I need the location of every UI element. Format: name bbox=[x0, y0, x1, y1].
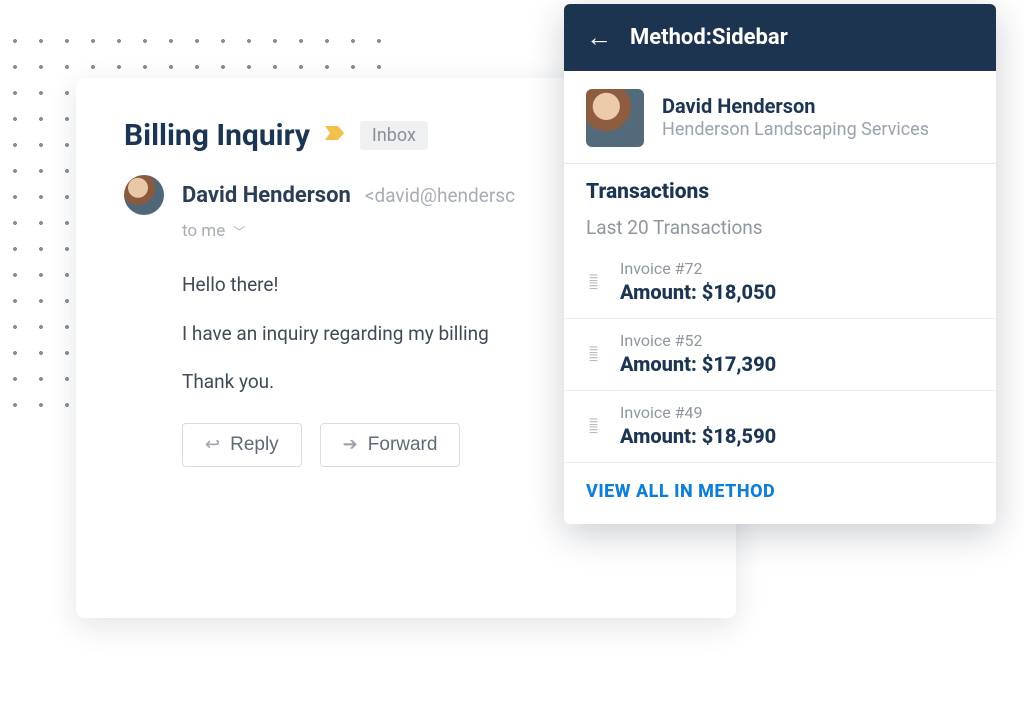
transaction-row[interactable]: ≡≡ Invoice #52 Amount: $17,390 bbox=[564, 319, 996, 391]
contact-row[interactable]: David Henderson Henderson Landscaping Se… bbox=[564, 71, 996, 164]
forward-label: Forward bbox=[368, 434, 438, 456]
contact-avatar bbox=[586, 89, 644, 147]
transaction-label: Invoice #72 bbox=[620, 259, 974, 278]
recipient-text: to me bbox=[182, 221, 225, 241]
forward-icon: ➔ bbox=[343, 434, 358, 455]
method-sidebar-panel: ← Method:Sidebar David Henderson Henders… bbox=[564, 4, 996, 524]
transaction-info: Invoice #52 Amount: $17,390 bbox=[620, 331, 974, 376]
reply-icon: ↩ bbox=[205, 434, 220, 455]
sender-name: David Henderson bbox=[182, 183, 351, 208]
chevron-down-icon: ﹀ bbox=[233, 223, 245, 240]
transactions-title: Transactions bbox=[564, 164, 996, 210]
transaction-amount: Amount: $18,590 bbox=[620, 424, 974, 448]
reply-button[interactable]: ↩ Reply bbox=[182, 423, 302, 467]
transaction-info: Invoice #72 Amount: $18,050 bbox=[620, 259, 974, 304]
contact-name: David Henderson bbox=[662, 94, 929, 118]
contact-info: David Henderson Henderson Landscaping Se… bbox=[662, 94, 929, 141]
transactions-subtitle: Last 20 Transactions bbox=[564, 210, 996, 247]
panel-header: ← Method:Sidebar bbox=[564, 4, 996, 71]
label-arrow-icon bbox=[324, 123, 346, 148]
drag-handle-icon[interactable]: ≡≡ bbox=[586, 418, 602, 434]
transaction-row[interactable]: ≡≡ Invoice #49 Amount: $18,590 bbox=[564, 391, 996, 463]
sender-info: David Henderson <david@hendersc bbox=[182, 183, 515, 208]
panel-title: Method:Sidebar bbox=[630, 25, 788, 50]
sender-avatar bbox=[124, 175, 164, 215]
transaction-amount: Amount: $17,390 bbox=[620, 352, 974, 376]
back-arrow-icon[interactable]: ← bbox=[586, 22, 612, 53]
contact-company: Henderson Landscaping Services bbox=[662, 118, 929, 141]
reply-label: Reply bbox=[230, 434, 279, 456]
transaction-row[interactable]: ≡≡ Invoice #72 Amount: $18,050 bbox=[564, 247, 996, 319]
transaction-label: Invoice #49 bbox=[620, 403, 974, 422]
view-all-link[interactable]: VIEW ALL IN METHOD bbox=[564, 463, 996, 524]
drag-handle-icon[interactable]: ≡≡ bbox=[586, 346, 602, 362]
folder-chip[interactable]: Inbox bbox=[360, 121, 428, 150]
drag-handle-icon[interactable]: ≡≡ bbox=[586, 274, 602, 290]
transaction-amount: Amount: $18,050 bbox=[620, 280, 974, 304]
transaction-info: Invoice #49 Amount: $18,590 bbox=[620, 403, 974, 448]
forward-button[interactable]: ➔ Forward bbox=[320, 423, 461, 467]
email-subject: Billing Inquiry bbox=[124, 118, 310, 153]
sender-email: <david@hendersc bbox=[365, 184, 515, 207]
transaction-label: Invoice #52 bbox=[620, 331, 974, 350]
